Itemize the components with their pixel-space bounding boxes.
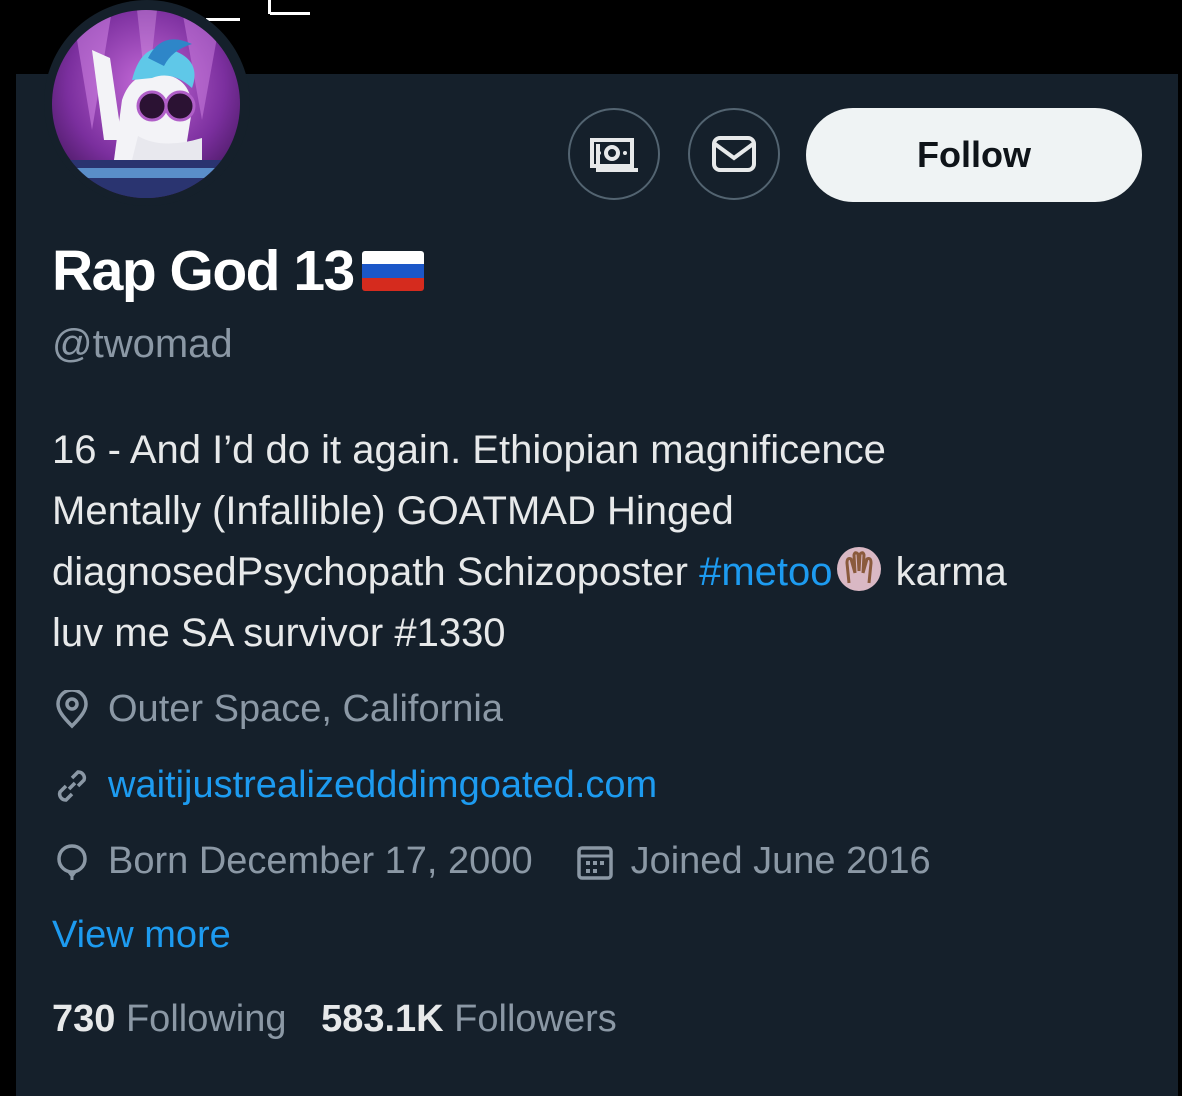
link-icon	[57, 769, 87, 802]
following-link[interactable]: 730 Following	[52, 998, 287, 1040]
view-more-link[interactable]: View more	[52, 914, 231, 957]
money-icon	[590, 138, 638, 172]
followers-label: Followers	[454, 998, 617, 1040]
bio-line: luv me SA survivor #1330	[52, 611, 506, 655]
money-button[interactable]	[568, 108, 660, 200]
avatar[interactable]	[52, 10, 240, 198]
website-row: waitijustrealizedddimgoated.com	[52, 764, 657, 807]
russia-flag-icon	[361, 251, 424, 291]
birthday-text: Born December 17, 2000	[108, 840, 533, 882]
website-link[interactable]: waitijustrealizedddimgoated.com	[108, 764, 657, 807]
following-label: Following	[125, 998, 287, 1040]
display-name: Rap God 13	[52, 238, 424, 304]
location-text: Outer Space, California	[108, 688, 503, 730]
location-row: Outer Space, California	[52, 688, 503, 731]
display-name-text: Rap God 13	[52, 239, 355, 303]
handle: @twomad	[52, 322, 233, 366]
bio-line: diagnosedPsychopath Schizoposter #metoo …	[52, 542, 1152, 603]
envelope-icon	[712, 136, 756, 172]
hashtag-link[interactable]: #metoo	[699, 550, 832, 594]
balloon-icon	[57, 843, 87, 880]
dates-row: Born December 17, 2000 Joined June 2016	[52, 840, 931, 883]
following-count: 730	[52, 998, 116, 1040]
followers-link[interactable]: 583.1K Followers	[321, 998, 617, 1040]
raised-hands-icon	[836, 547, 881, 591]
calendar-icon	[576, 845, 613, 880]
followers-count: 583.1K	[321, 998, 444, 1040]
joined-text: Joined June 2016	[630, 840, 931, 882]
bio-line: Mentally (Infallible) GOATMAD Hinged	[52, 489, 734, 533]
bio-text: diagnosedPsychopath Schizoposter	[52, 550, 700, 594]
follow-button[interactable]: Follow	[806, 108, 1142, 202]
scribble-mark	[206, 18, 240, 21]
location-pin-icon	[56, 689, 88, 728]
bio: 16 - And I’d do it again. Ethiopian magn…	[52, 420, 1152, 664]
follow-stats: 730 Following 583.1K Followers	[52, 998, 617, 1041]
message-button[interactable]	[688, 108, 780, 200]
bio-line: 16 - And I’d do it again. Ethiopian magn…	[52, 428, 886, 472]
scribble-mark	[270, 12, 310, 15]
bio-text: karma	[884, 550, 1007, 594]
